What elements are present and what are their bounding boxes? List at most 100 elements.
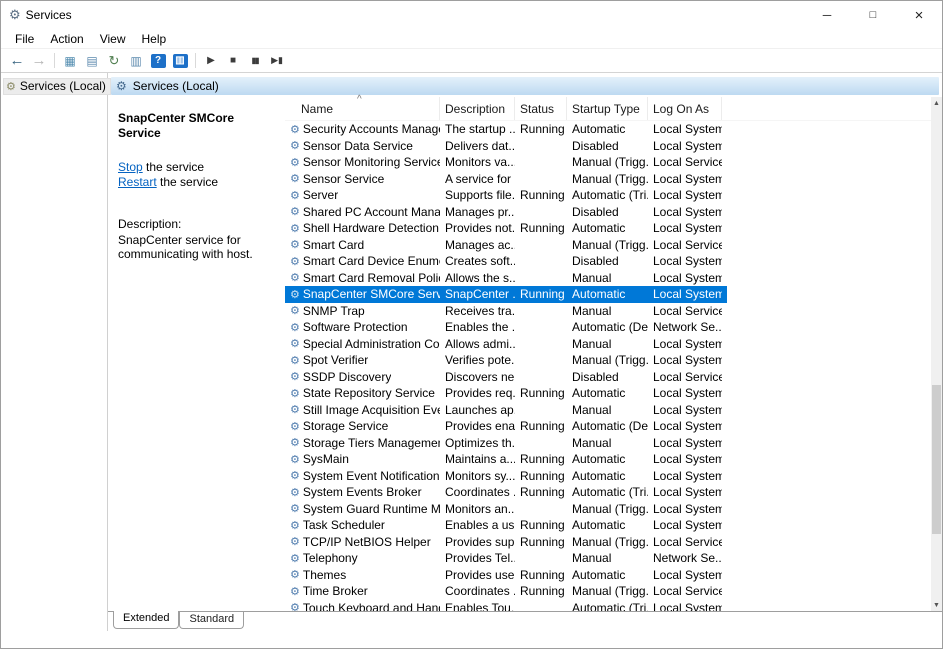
table-row[interactable]: ⚙Shell Hardware DetectionProvides not...… (285, 220, 727, 237)
table-row[interactable]: ⚙Sensor Data ServiceDelivers dat...Disab… (285, 138, 727, 155)
show-console-tree-button[interactable]: ▦ (59, 50, 81, 72)
tab-standard[interactable]: Standard (179, 612, 244, 629)
column-header-log_on_as[interactable]: Log On As (648, 97, 722, 120)
tab-extended[interactable]: Extended (113, 611, 179, 629)
forward-button[interactable]: → (28, 50, 50, 72)
stop-service-icon: ■ (230, 55, 236, 66)
table-row[interactable]: ⚙SSDP DiscoveryDiscovers ne...DisabledLo… (285, 369, 727, 386)
table-row[interactable]: ⚙Special Administration Cons...Allows ad… (285, 336, 727, 353)
refresh-button[interactable]: ↻ (103, 50, 125, 72)
cell-name: ⚙Smart Card Removal Policy (285, 270, 440, 287)
table-row[interactable]: ⚙Security Accounts ManagerThe startup ..… (285, 121, 727, 138)
properties-button[interactable]: ▤ (81, 50, 103, 72)
menu-help[interactable]: Help (134, 30, 175, 48)
table-row[interactable]: ⚙Touch Keyboard and Handw...Enables Tou.… (285, 600, 727, 612)
table-row[interactable]: ⚙SnapCenter SMCore ServiceSnapCenter ...… (285, 286, 727, 303)
cell-startup_type: Automatic (Tri... (567, 484, 648, 501)
table-row[interactable]: ⚙Smart Card Device Enumerat...Creates so… (285, 253, 727, 270)
cell-startup_type: Manual (Trigg... (567, 352, 648, 369)
restart-service-button[interactable]: ▶▮ (266, 50, 288, 72)
column-header-status[interactable]: Status (515, 97, 567, 120)
service-gear-icon: ⚙ (290, 189, 300, 202)
table-row[interactable]: ⚙ThemesProvides use...RunningAutomaticLo… (285, 567, 727, 584)
column-header-name[interactable]: Name (285, 97, 440, 120)
column-header-startup_type[interactable]: Startup Type (567, 97, 648, 120)
table-row[interactable]: ⚙TCP/IP NetBIOS HelperProvides sup...Run… (285, 534, 727, 551)
cell-name: ⚙Time Broker (285, 583, 440, 600)
back-button[interactable]: ← (6, 50, 28, 72)
cell-status (515, 253, 567, 270)
selected-service-name: SnapCenter SMCore Service (118, 111, 277, 141)
menu-file[interactable]: File (7, 30, 42, 48)
table-row[interactable]: ⚙Shared PC Account ManagerManages pr...D… (285, 204, 727, 221)
table-row[interactable]: ⚙Smart Card Removal PolicyAllows the s..… (285, 270, 727, 287)
cell-log_on_as: Local System (648, 121, 722, 138)
table-row[interactable]: ⚙Sensor Monitoring ServiceMonitors va...… (285, 154, 727, 171)
cell-name: ⚙Smart Card (285, 237, 440, 254)
maximize-button[interactable]: □ (850, 1, 896, 29)
cell-log_on_as: Local System (648, 402, 722, 419)
cell-status: Running (515, 121, 567, 138)
cell-log_on_as: Local System (648, 435, 722, 452)
table-row[interactable]: ⚙Task SchedulerEnables a us...RunningAut… (285, 517, 727, 534)
cell-status (515, 501, 567, 518)
tree-item-services-local[interactable]: ⚙ Services (Local) (3, 78, 111, 95)
start-service-button[interactable]: ▶ (200, 50, 222, 72)
service-gear-icon: ⚙ (290, 436, 300, 449)
table-row[interactable]: ⚙Storage Tiers ManagementOptimizes th...… (285, 435, 727, 452)
cell-status: Running (515, 567, 567, 584)
service-gear-icon: ⚙ (290, 172, 300, 185)
table-row[interactable]: ⚙Time BrokerCoordinates ...RunningManual… (285, 583, 727, 600)
table-row[interactable]: ⚙System Event Notification S...Monitors … (285, 468, 727, 485)
cell-log_on_as: Local System (648, 451, 722, 468)
service-gear-icon: ⚙ (290, 337, 300, 350)
table-row[interactable]: ⚙System Guard Runtime Mon...Monitors an.… (285, 501, 727, 518)
restart-service-link[interactable]: Restart (118, 175, 157, 189)
cell-status (515, 402, 567, 419)
stop-service-button[interactable]: ■ (222, 50, 244, 72)
table-row[interactable]: ⚙SysMainMaintains a...RunningAutomaticLo… (285, 451, 727, 468)
help-button[interactable]: ? (147, 50, 169, 72)
toolbar: ←→▦▤↻▥?▥▶■▮▮▶▮ (1, 49, 942, 73)
cell-name: ⚙SSDP Discovery (285, 369, 440, 386)
cell-log_on_as: Local System (648, 501, 722, 518)
cell-startup_type: Automatic (Tri... (567, 187, 648, 204)
table-row[interactable]: ⚙Sensor ServiceA service for ...Manual (… (285, 171, 727, 188)
cell-status (515, 138, 567, 155)
close-button[interactable]: × (896, 1, 942, 29)
pause-service-button[interactable]: ▮▮ (244, 50, 266, 72)
cell-startup_type: Manual (Trigg... (567, 534, 648, 551)
column-header-description[interactable]: Description (440, 97, 515, 120)
table-row[interactable]: ⚙Spot VerifierVerifies pote...Manual (Tr… (285, 352, 727, 369)
table-row[interactable]: ⚙ServerSupports file...RunningAutomatic … (285, 187, 727, 204)
stop-service-link[interactable]: Stop (118, 160, 143, 174)
table-row[interactable]: ⚙Software ProtectionEnables the ...Autom… (285, 319, 727, 336)
scroll-down-icon[interactable]: ▼ (931, 599, 942, 611)
table-row[interactable]: ⚙State Repository ServiceProvides req...… (285, 385, 727, 402)
cell-description: Supports file... (440, 187, 515, 204)
menu-action[interactable]: Action (42, 30, 91, 48)
cell-name: ⚙SysMain (285, 451, 440, 468)
table-row[interactable]: ⚙Still Image Acquisition EventsLaunches … (285, 402, 727, 419)
scroll-up-icon[interactable]: ▲ (931, 97, 942, 109)
scrollbar-thumb[interactable] (932, 385, 941, 534)
table-row[interactable]: ⚙Storage ServiceProvides ena...RunningAu… (285, 418, 727, 435)
minimize-button[interactable]: ─ (804, 1, 850, 29)
table-row[interactable]: ⚙System Events BrokerCoordinates ...Runn… (285, 484, 727, 501)
close-icon: × (915, 7, 924, 24)
cell-startup_type: Automatic (De... (567, 319, 648, 336)
cell-description: Receives tra... (440, 303, 515, 320)
table-vertical-scrollbar[interactable]: ▲ ▼ (931, 97, 942, 611)
cell-name: ⚙Themes (285, 567, 440, 584)
cell-log_on_as: Local System (648, 187, 722, 204)
table-row[interactable]: ⚙SNMP TrapReceives tra...ManualLocal Ser… (285, 303, 727, 320)
show-action-pane-button[interactable]: ▥ (169, 50, 191, 72)
export-list-button[interactable]: ▥ (125, 50, 147, 72)
menu-view[interactable]: View (92, 30, 134, 48)
table-row[interactable]: ⚙TelephonyProvides Tel...ManualNetwork S… (285, 550, 727, 567)
cell-startup_type: Automatic (567, 567, 648, 584)
table-row[interactable]: ⚙Smart CardManages ac...Manual (Trigg...… (285, 237, 727, 254)
service-gear-icon: ⚙ (290, 486, 300, 499)
cell-log_on_as: Local System (648, 517, 722, 534)
cell-startup_type: Automatic (567, 385, 648, 402)
